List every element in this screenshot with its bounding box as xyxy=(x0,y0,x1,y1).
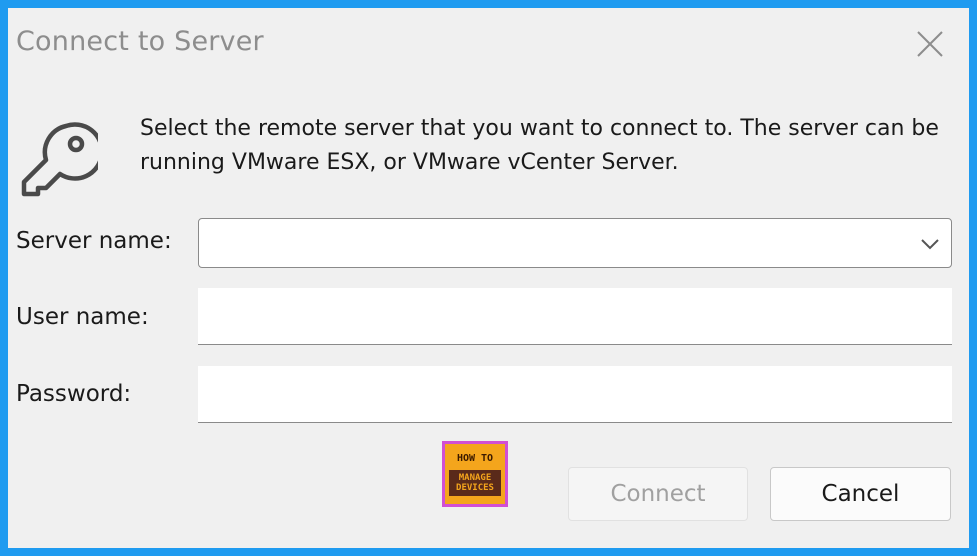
user-name-input[interactable] xyxy=(198,288,952,344)
password-field[interactable] xyxy=(198,366,952,423)
user-name-label: User name: xyxy=(16,304,149,330)
user-name-field[interactable] xyxy=(198,288,952,345)
watermark-logo: HOW TO MANAGE DEVICES xyxy=(442,441,508,507)
key-icon xyxy=(18,118,105,202)
connect-button[interactable]: Connect xyxy=(568,467,748,521)
chevron-down-icon[interactable] xyxy=(919,233,941,255)
watermark-line2: MANAGE xyxy=(458,473,492,483)
server-name-input[interactable] xyxy=(199,219,951,267)
password-input[interactable] xyxy=(198,366,952,422)
connect-dialog: Connect to Server Select the remote serv… xyxy=(8,8,969,548)
description-text: Select the remote server that you want t… xyxy=(140,116,939,175)
cancel-button[interactable]: Cancel xyxy=(770,467,951,521)
server-name-combobox[interactable] xyxy=(198,218,952,268)
watermark-line1: HOW TO xyxy=(456,453,494,464)
close-button[interactable] xyxy=(904,20,956,68)
dialog-title: Connect to Server xyxy=(16,26,264,57)
password-label: Password: xyxy=(16,381,132,407)
title-bar: Connect to Server xyxy=(8,8,969,84)
watermark-line3: DEVICES xyxy=(456,483,494,493)
close-icon xyxy=(917,31,943,57)
server-name-label: Server name: xyxy=(16,228,172,254)
